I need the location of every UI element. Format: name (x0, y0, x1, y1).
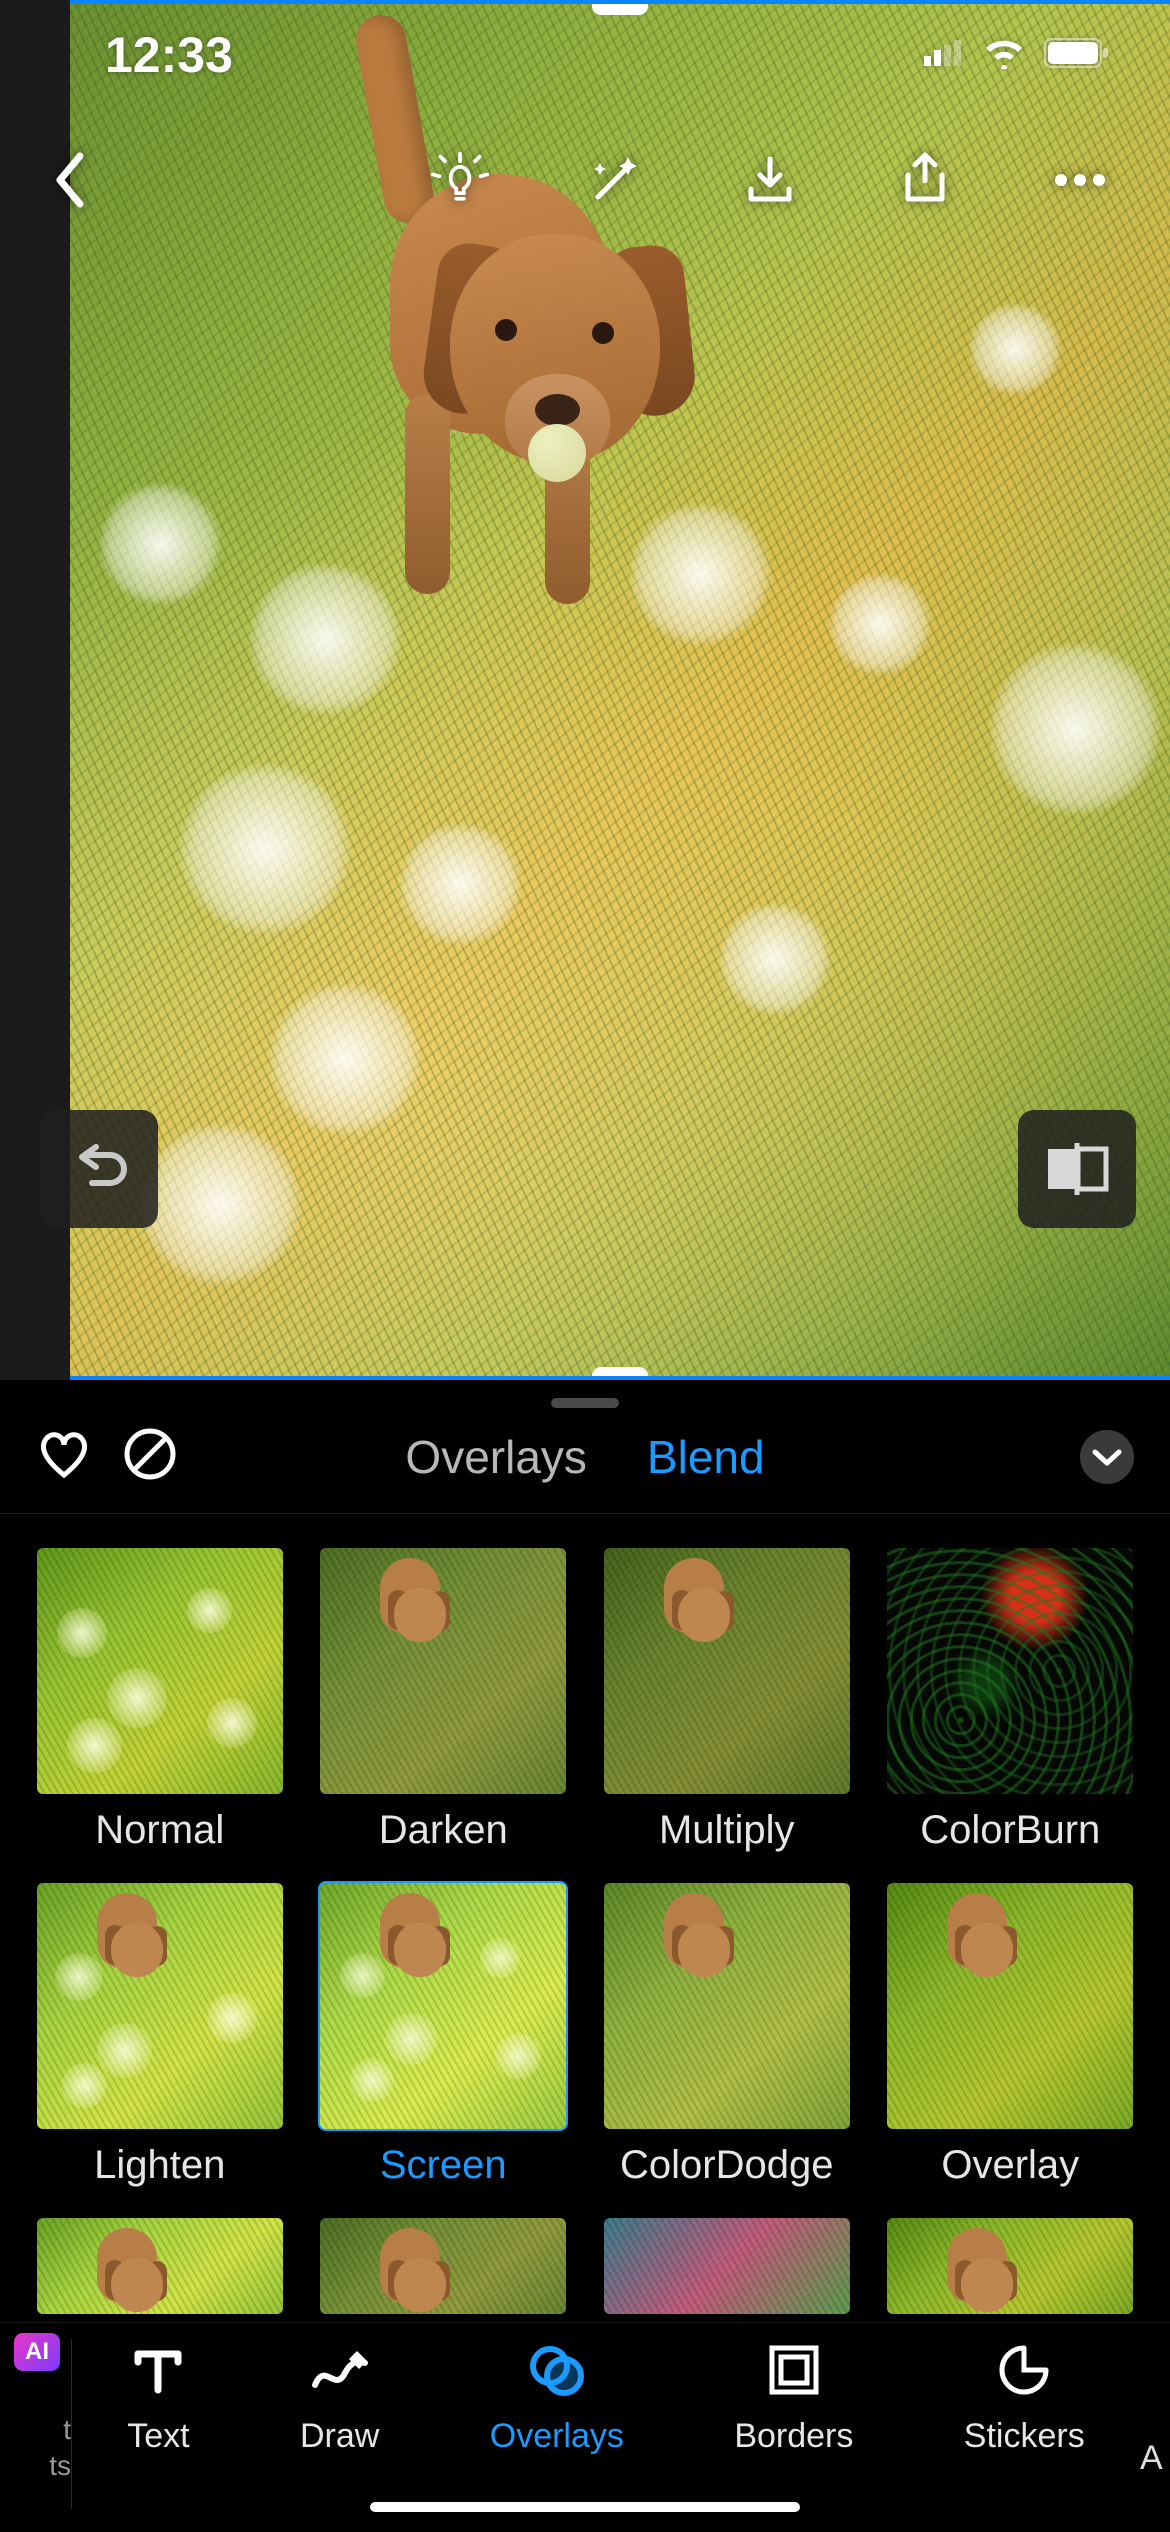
blend-item-partial[interactable] (887, 2218, 1135, 2314)
draw-icon (309, 2339, 371, 2401)
magic-wand-icon[interactable] (585, 150, 645, 210)
panel-header: Overlays Blend (0, 1408, 1170, 1514)
share-icon[interactable] (895, 150, 955, 210)
blend-item-normal[interactable]: Normal (36, 1548, 284, 1853)
tab-overlays[interactable]: Overlays (405, 1430, 586, 1484)
blend-label: ColorBurn (920, 1808, 1100, 1853)
status-time: 12:33 (105, 26, 233, 84)
tab-blend[interactable]: Blend (647, 1430, 765, 1484)
wifi-icon (982, 37, 1026, 74)
back-button[interactable] (40, 150, 100, 210)
stickers-icon (993, 2339, 1055, 2401)
blend-item-darken[interactable]: Darken (320, 1548, 568, 1853)
blend-label: ColorDodge (620, 2143, 833, 2188)
tool-label: Borders (734, 2417, 853, 2456)
tool-text[interactable]: Text (127, 2339, 189, 2456)
favorite-icon[interactable] (36, 1429, 92, 1484)
crop-handle-bottom[interactable] (592, 1367, 648, 1380)
blend-item-partial[interactable] (320, 2218, 568, 2314)
blend-item-multiply[interactable]: Multiply (603, 1548, 851, 1853)
blend-label: Normal (95, 1808, 224, 1853)
blend-label: Screen (380, 2143, 507, 2188)
blend-item-colorburn[interactable]: ColorBurn (887, 1548, 1135, 1853)
blend-item-screen[interactable]: Screen (320, 1883, 568, 2188)
borders-icon (763, 2339, 825, 2401)
tool-label: Text (127, 2417, 189, 2456)
blend-label: Overlay (941, 2143, 1079, 2188)
blend-item-lighten[interactable]: Lighten (36, 1883, 284, 2188)
overlays-icon (526, 2339, 588, 2401)
toolbar-scroll-next[interactable]: A (1140, 2339, 1170, 2478)
tool-stickers[interactable]: Stickers (964, 2339, 1085, 2456)
no-effect-icon[interactable] (122, 1426, 178, 1487)
blend-item-overlay[interactable]: Overlay (887, 1883, 1135, 2188)
more-options-icon[interactable] (1050, 150, 1110, 210)
tool-label: Draw (300, 2417, 379, 2456)
cellular-icon (924, 40, 964, 71)
editor-top-toolbar (0, 150, 1170, 210)
status-bar: 12:33 (0, 0, 1170, 110)
tool-label: Overlays (490, 2417, 624, 2456)
blend-label: Multiply (659, 1808, 795, 1853)
blend-label: Darken (379, 1808, 508, 1853)
download-icon[interactable] (740, 150, 800, 210)
bottom-toolbar: AI t ts Text Draw Overlays Borders (0, 2322, 1170, 2532)
blend-item-partial[interactable] (36, 2218, 284, 2314)
panel-drag-handle[interactable] (551, 1398, 619, 1408)
home-indicator[interactable] (370, 2502, 800, 2512)
blend-label: Lighten (94, 2143, 225, 2188)
tool-label: Stickers (964, 2417, 1085, 2456)
undo-button[interactable] (40, 1110, 158, 1228)
blend-item-partial[interactable] (603, 2218, 851, 2314)
battery-icon (1044, 38, 1110, 73)
editor-canvas-area: 12:33 (0, 0, 1170, 1380)
compare-original-button[interactable] (1018, 1110, 1136, 1228)
blend-mode-grid: Normal Darken Multiply ColorBurn Lighten (0, 1514, 1170, 2314)
auto-enhance-icon[interactable] (430, 150, 490, 210)
tool-overlays[interactable]: Overlays (490, 2339, 624, 2456)
blend-item-colordodge[interactable]: ColorDodge (603, 1883, 851, 2188)
effects-panel: Overlays Blend Normal Darken Multiply (0, 1380, 1170, 2322)
ai-badge[interactable]: AI (14, 2333, 60, 2371)
tool-borders[interactable]: Borders (734, 2339, 853, 2456)
collapse-panel-button[interactable] (1080, 1430, 1134, 1484)
text-icon (127, 2339, 189, 2401)
tool-draw[interactable]: Draw (300, 2339, 379, 2456)
